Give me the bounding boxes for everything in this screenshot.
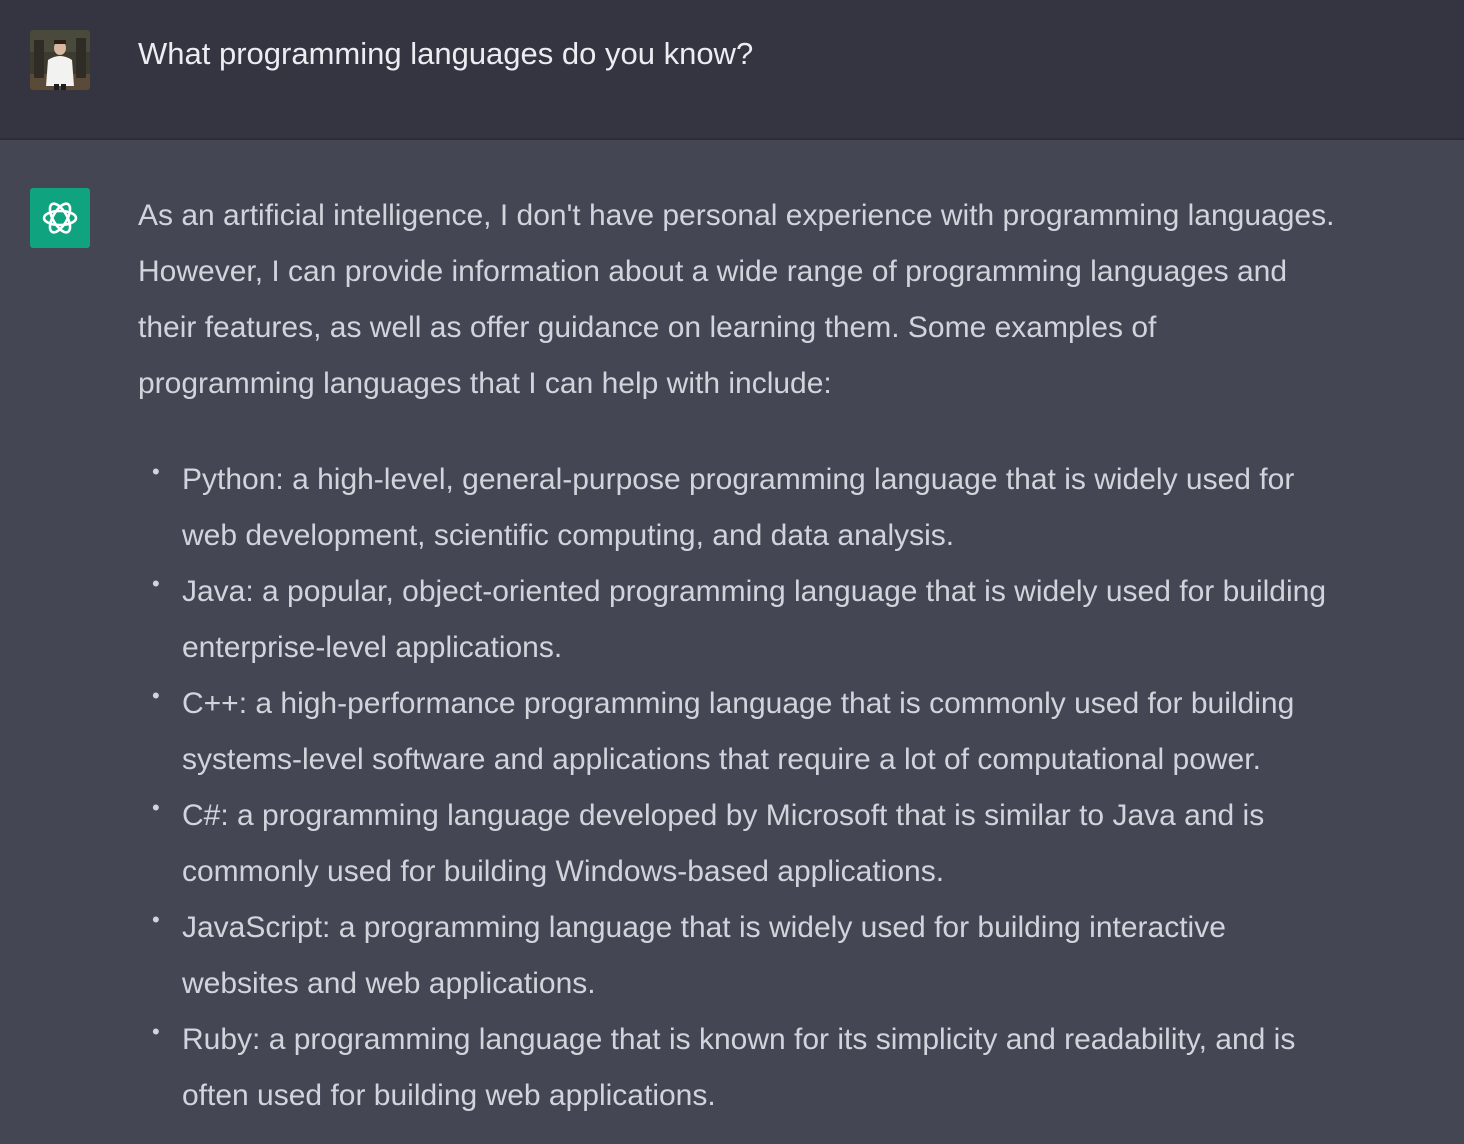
list-item-java: • Java: a popular, object-oriented progr…	[138, 564, 1448, 676]
assistant-message-body: As an artificial intelligence, I don't h…	[138, 188, 1448, 1124]
list-item-line: web development, scientific computing, a…	[182, 519, 955, 552]
bullet-icon: •	[152, 907, 160, 932]
assistant-intro-paragraph: As an artificial intelligence, I don't h…	[138, 188, 1448, 412]
user-avatar-photo	[30, 30, 90, 90]
list-item-line: websites and web applications.	[182, 967, 596, 1000]
list-item-python: • Python: a high-level, general-purpose …	[138, 452, 1448, 564]
assistant-avatar	[30, 188, 90, 248]
bullet-icon: •	[152, 459, 160, 484]
list-item-line: enterprise-level applications.	[182, 631, 563, 664]
bullet-icon: •	[152, 1019, 160, 1044]
list-item-javascript: • JavaScript: a programming language tha…	[138, 900, 1448, 1012]
user-avatar	[30, 30, 90, 90]
list-item-ruby: • Ruby: a programming language that is k…	[138, 1012, 1448, 1124]
intro-line: However, I can provide information about…	[138, 255, 1288, 288]
openai-logo-icon	[42, 202, 78, 234]
list-item-line: commonly used for building Windows-based…	[182, 855, 945, 888]
bullet-icon: •	[152, 571, 160, 596]
programming-languages-list: • Python: a high-level, general-purpose …	[138, 452, 1448, 1124]
intro-line: their features, as well as offer guidanc…	[138, 311, 1157, 344]
user-message-text: What programming languages do you know?	[138, 36, 754, 71]
intro-line: programming languages that I can help wi…	[138, 367, 832, 400]
list-item-line: Java: a popular, object-oriented program…	[182, 575, 1327, 608]
intro-line: As an artificial intelligence, I don't h…	[138, 199, 1335, 232]
bullet-icon: •	[152, 795, 160, 820]
list-item-line: often used for building web applications…	[182, 1079, 716, 1112]
assistant-message-row: As an artificial intelligence, I don't h…	[0, 140, 1464, 1144]
bullet-icon: •	[152, 683, 160, 708]
list-item-line: Python: a high-level, general-purpose pr…	[182, 463, 1295, 496]
list-item-line: systems-level software and applications …	[182, 743, 1261, 776]
list-item-line: C#: a programming language developed by …	[182, 799, 1265, 832]
list-item-line: JavaScript: a programming language that …	[182, 911, 1226, 944]
list-item-line: Ruby: a programming language that is kno…	[182, 1023, 1296, 1056]
list-item-cpp: • C++: a high-performance programming la…	[138, 676, 1448, 788]
list-item-csharp: • C#: a programming language developed b…	[138, 788, 1448, 900]
list-item-line: C++: a high-performance programming lang…	[182, 687, 1295, 720]
user-message-row: What programming languages do you know?	[0, 0, 1464, 140]
